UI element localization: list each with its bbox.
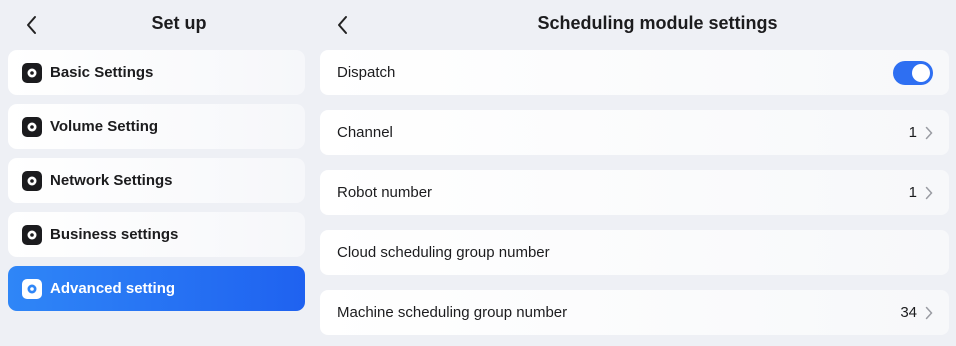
chevron-right-icon (925, 306, 933, 319)
left-back-button[interactable] (17, 10, 47, 40)
toggle-knob (912, 63, 930, 82)
gear-icon (22, 116, 42, 137)
gear-icon (22, 278, 42, 299)
robot-number-row[interactable]: Robot number 1 (320, 170, 949, 215)
sidebar-item-label: Network Settings (50, 172, 173, 189)
row-value: 1 (908, 184, 917, 201)
right-back-button[interactable] (328, 10, 358, 40)
sidebar-item-label: Advanced setting (50, 280, 176, 297)
right-panel-title: Scheduling module settings (537, 13, 778, 33)
dispatch-toggle[interactable] (893, 60, 933, 85)
chevron-right-icon (925, 186, 933, 199)
chevron-left-icon (27, 16, 36, 34)
sidebar-item-label: Basic Settings (50, 64, 154, 81)
left-panel-title: Set up (151, 13, 207, 33)
sidebar-item-label: Volume Setting (50, 118, 159, 135)
gear-icon (22, 224, 42, 245)
row-label: Cloud scheduling group number (337, 244, 550, 261)
sidebar-item-basic-settings[interactable]: Basic Settings (8, 50, 305, 95)
channel-row[interactable]: Channel 1 (320, 110, 949, 155)
dispatch-row: Dispatch (320, 50, 949, 95)
chevron-left-icon (338, 16, 347, 34)
row-label: Channel (337, 124, 393, 141)
sidebar-item-volume-setting[interactable]: Volume Setting (8, 104, 305, 149)
row-value: 34 (900, 304, 917, 321)
sidebar-item-label: Business settings (50, 226, 179, 243)
chevron-right-icon (925, 126, 933, 139)
gear-icon (22, 62, 42, 83)
gear-icon (22, 170, 42, 191)
row-label: Dispatch (337, 64, 396, 81)
sidebar-item-business-settings[interactable]: Business settings (8, 212, 305, 257)
sidebar-item-network-settings[interactable]: Network Settings (8, 158, 305, 203)
row-label: Robot number (337, 184, 433, 201)
sidebar-item-advanced-setting[interactable]: Advanced setting (8, 266, 305, 311)
cloud-scheduling-group-number-row[interactable]: Cloud scheduling group number (320, 230, 949, 275)
row-label: Machine scheduling group number (337, 304, 568, 321)
machine-scheduling-group-number-row[interactable]: Machine scheduling group number 34 (320, 290, 949, 335)
row-value: 1 (908, 124, 917, 141)
